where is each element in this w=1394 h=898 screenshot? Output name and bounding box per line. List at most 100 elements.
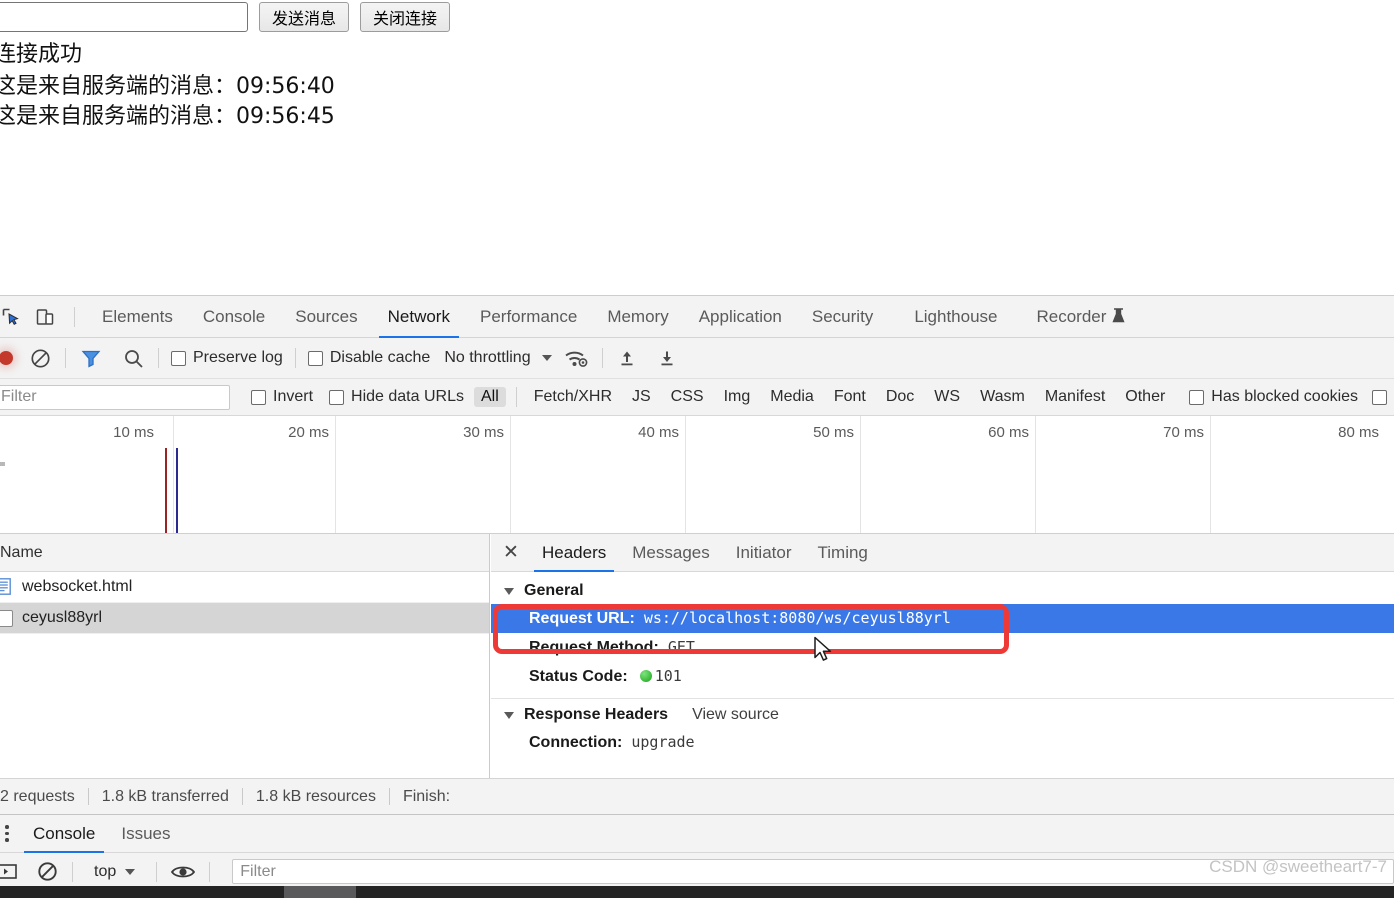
invert-checkbox[interactable]: Invert bbox=[251, 388, 313, 406]
view-source-link[interactable]: View source bbox=[692, 706, 779, 724]
inspect-element-icon[interactable] bbox=[0, 296, 28, 338]
live-expression-eye-icon[interactable] bbox=[169, 862, 197, 882]
requests-column-header[interactable]: Name bbox=[0, 534, 489, 572]
export-har-icon[interactable] bbox=[655, 346, 679, 370]
filter-type-media[interactable]: Media bbox=[763, 387, 821, 407]
websocket-icon bbox=[0, 609, 13, 627]
tab-application[interactable]: Application bbox=[684, 296, 797, 338]
network-overview-timeline[interactable]: 10 ms 20 ms 30 ms 40 ms 50 ms 60 ms 70 m… bbox=[0, 416, 1394, 534]
disable-cache-box[interactable] bbox=[307, 350, 323, 366]
close-connection-button[interactable]: 关闭连接 bbox=[360, 2, 451, 32]
send-message-button[interactable]: 发送消息 bbox=[259, 2, 350, 32]
message-input[interactable] bbox=[0, 2, 248, 32]
tab-elements[interactable]: Elements bbox=[87, 296, 188, 338]
network-conditions-icon[interactable] bbox=[562, 347, 590, 369]
log-line-connected: 连接成功 bbox=[0, 42, 83, 67]
details-tab-messages[interactable]: Messages bbox=[619, 534, 722, 572]
filter-type-js[interactable]: JS bbox=[625, 387, 658, 407]
preserve-log-box[interactable] bbox=[171, 350, 186, 366]
details-tab-initiator[interactable]: Initiator bbox=[723, 534, 805, 572]
blocked-requests-box[interactable] bbox=[1372, 389, 1388, 405]
filter-type-other[interactable]: Other bbox=[1118, 387, 1172, 407]
console-context-dropdown[interactable]: top bbox=[85, 863, 144, 881]
overview-left-dash bbox=[0, 462, 5, 466]
chevron-down-icon bbox=[125, 868, 136, 875]
status-code-key: Status Code: bbox=[529, 668, 628, 685]
tab-console[interactable]: Console bbox=[188, 296, 280, 338]
filter-type-manifest[interactable]: Manifest bbox=[1038, 387, 1112, 407]
status-code-row[interactable]: Status Code: 101 bbox=[491, 662, 1394, 691]
filter-type-ws[interactable]: WS bbox=[927, 387, 967, 407]
tab-recorder[interactable]: Recorder bbox=[1013, 296, 1141, 338]
console-filter-input[interactable] bbox=[232, 859, 1394, 884]
screenshot-root: 发送消息 关闭连接 连接成功 这是来自服务端的消息：09:56:40 这是来自服… bbox=[0, 0, 1394, 898]
overview-tick-60ms: 60 ms bbox=[988, 424, 1029, 441]
overview-tick-50ms: 50 ms bbox=[813, 424, 854, 441]
tab-memory[interactable]: Memory bbox=[592, 296, 683, 338]
network-status-bar: 2 requests 1.8 kB transferred 1.8 kB res… bbox=[0, 778, 1394, 814]
tab-sources[interactable]: Sources bbox=[280, 296, 372, 338]
general-section-header[interactable]: General bbox=[491, 578, 1394, 604]
clear-icon[interactable] bbox=[27, 345, 53, 371]
details-tab-headers[interactable]: Headers bbox=[529, 534, 619, 572]
table-row[interactable]: websocket.html bbox=[0, 572, 489, 603]
tab-performance[interactable]: Performance bbox=[465, 296, 592, 338]
filter-funnel-icon[interactable] bbox=[78, 345, 104, 371]
overview-tick-10ms: 10 ms bbox=[113, 424, 154, 441]
chevron-down-icon[interactable] bbox=[504, 711, 514, 719]
request-url-row[interactable]: Request URL: ws://localhost:8080/ws/ceyu… bbox=[491, 604, 1394, 633]
clear-console-icon[interactable] bbox=[34, 859, 60, 885]
connection-key: Connection: bbox=[529, 734, 623, 751]
has-blocked-cookies-checkbox[interactable]: Has blocked cookies bbox=[1189, 388, 1358, 406]
tab-lighthouse[interactable]: Lighthouse bbox=[888, 296, 1012, 338]
hide-data-urls-checkbox[interactable]: Hide data URLs bbox=[329, 388, 464, 406]
network-filter-input[interactable] bbox=[0, 384, 230, 410]
filter-type-font[interactable]: Font bbox=[827, 387, 873, 407]
response-header-connection-row[interactable]: Connection: upgrade bbox=[491, 728, 1394, 757]
status-code-value: 101 bbox=[654, 667, 682, 685]
throttling-dropdown[interactable]: No throttling bbox=[444, 349, 552, 367]
console-toolbar: top bbox=[0, 853, 1394, 890]
has-blocked-cookies-box[interactable] bbox=[1189, 389, 1205, 405]
request-details-pane: ✕ Headers Messages Initiator Timing Gene… bbox=[491, 534, 1394, 778]
tab-security[interactable]: Security bbox=[797, 296, 888, 338]
invert-label: Invert bbox=[273, 388, 314, 405]
import-har-icon[interactable] bbox=[615, 346, 639, 370]
filter-type-wasm[interactable]: Wasm bbox=[973, 387, 1032, 407]
chevron-down-icon[interactable] bbox=[504, 587, 514, 595]
filter-type-img[interactable]: Img bbox=[717, 387, 758, 407]
details-tab-timing[interactable]: Timing bbox=[805, 534, 881, 572]
os-scrollbar[interactable] bbox=[0, 886, 1394, 898]
console-sidebar-icon[interactable] bbox=[0, 859, 20, 885]
details-tabbar: ✕ Headers Messages Initiator Timing bbox=[491, 534, 1394, 572]
more-options-icon[interactable] bbox=[0, 821, 20, 847]
filter-type-doc[interactable]: Doc bbox=[879, 387, 921, 407]
general-section-label: General bbox=[524, 582, 584, 599]
response-headers-section-header[interactable]: Response Headers View source bbox=[491, 702, 1394, 728]
request-method-row[interactable]: Request Method: GET bbox=[491, 633, 1394, 662]
tab-network[interactable]: Network bbox=[373, 296, 465, 338]
drawer-tabbar: Console Issues bbox=[0, 815, 1394, 853]
filter-type-css[interactable]: CSS bbox=[664, 387, 711, 407]
filter-type-all[interactable]: All bbox=[473, 387, 506, 407]
drawer-tab-console[interactable]: Console bbox=[20, 815, 108, 853]
overview-tick-40ms: 40 ms bbox=[638, 424, 679, 441]
record-network-log-button[interactable] bbox=[0, 351, 13, 365]
filter-type-fetch-xhr[interactable]: Fetch/XHR bbox=[527, 387, 619, 407]
dom-content-loaded-marker bbox=[165, 448, 167, 533]
search-icon[interactable] bbox=[120, 345, 146, 371]
disable-cache-checkbox[interactable]: Disable cache bbox=[307, 349, 430, 367]
requests-list-pane: Name websocket.html ceyusl88yrl bbox=[0, 534, 490, 778]
toolbar-divider-3 bbox=[294, 348, 296, 368]
os-scrollbar-thumb[interactable] bbox=[284, 886, 356, 898]
hide-data-urls-box[interactable] bbox=[329, 389, 345, 405]
drawer-tab-issues[interactable]: Issues bbox=[108, 815, 183, 853]
invert-box[interactable] bbox=[251, 389, 266, 405]
table-row[interactable]: ceyusl88yrl bbox=[0, 603, 489, 634]
request-method-key: Request Method: bbox=[529, 639, 659, 656]
network-split-view: Name websocket.html ceyusl88yrl ✕ Header… bbox=[0, 534, 1394, 778]
preserve-log-checkbox[interactable]: Preserve log bbox=[171, 349, 283, 367]
close-icon[interactable]: ✕ bbox=[499, 541, 523, 565]
toggle-device-toolbar-icon[interactable] bbox=[28, 296, 62, 338]
response-headers-section-label: Response Headers bbox=[524, 706, 669, 723]
